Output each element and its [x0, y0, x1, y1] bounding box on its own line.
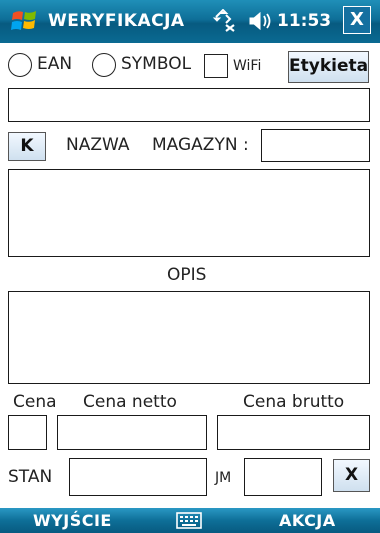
symbol-label: SYMBOL — [121, 54, 192, 74]
clear-button[interactable]: X — [333, 459, 370, 492]
ean-label: EAN — [37, 54, 73, 74]
jm-label: JM — [215, 470, 232, 486]
cena-netto-label: Cena netto — [83, 392, 177, 412]
form-area: EAN SYMBOL WiFi Etykieta K NAZWA MAGAZYN… — [0, 43, 380, 508]
wifi-label: WiFi — [233, 58, 262, 74]
connectivity-icon — [212, 9, 235, 32]
etykieta-button[interactable]: Etykieta — [288, 51, 369, 83]
softkey-bar: WYJŚCIE AKCJA — [0, 508, 380, 533]
cena-label: Cena — [13, 392, 57, 412]
opis-label: OPIS — [167, 265, 207, 285]
speaker-icon — [249, 11, 271, 31]
close-button[interactable]: X — [343, 6, 371, 34]
jm-input[interactable] — [244, 458, 322, 496]
k-button[interactable]: K — [8, 132, 46, 161]
symbol-radio[interactable] — [92, 53, 116, 77]
windows-start-icon[interactable] — [10, 7, 40, 35]
stan-input[interactable] — [69, 458, 207, 496]
nazwa-label: NAZWA — [66, 135, 130, 155]
cena-netto-input[interactable] — [57, 415, 207, 450]
window-title: WERYFIKACJA — [48, 11, 185, 31]
akcja-softkey[interactable]: AKCJA — [279, 511, 336, 530]
keyboard-icon[interactable] — [176, 511, 202, 530]
magazyn-label: MAGAZYN : — [152, 135, 249, 155]
clock: 11:53 — [277, 11, 332, 31]
nazwa-textarea[interactable] — [8, 169, 370, 257]
stan-label: STAN — [8, 467, 53, 487]
wyjscie-softkey[interactable]: WYJŚCIE — [33, 511, 112, 530]
cena-input[interactable] — [8, 415, 47, 450]
cena-brutto-input[interactable] — [217, 415, 370, 450]
code-input[interactable] — [8, 88, 370, 122]
magazyn-input[interactable] — [261, 129, 370, 162]
opis-textarea[interactable] — [8, 291, 370, 384]
wifi-checkbox[interactable] — [204, 54, 228, 78]
title-bar: WERYFIKACJA 11:53 X — [0, 0, 380, 43]
ean-radio[interactable] — [8, 53, 32, 77]
cena-brutto-label: Cena brutto — [243, 392, 345, 412]
